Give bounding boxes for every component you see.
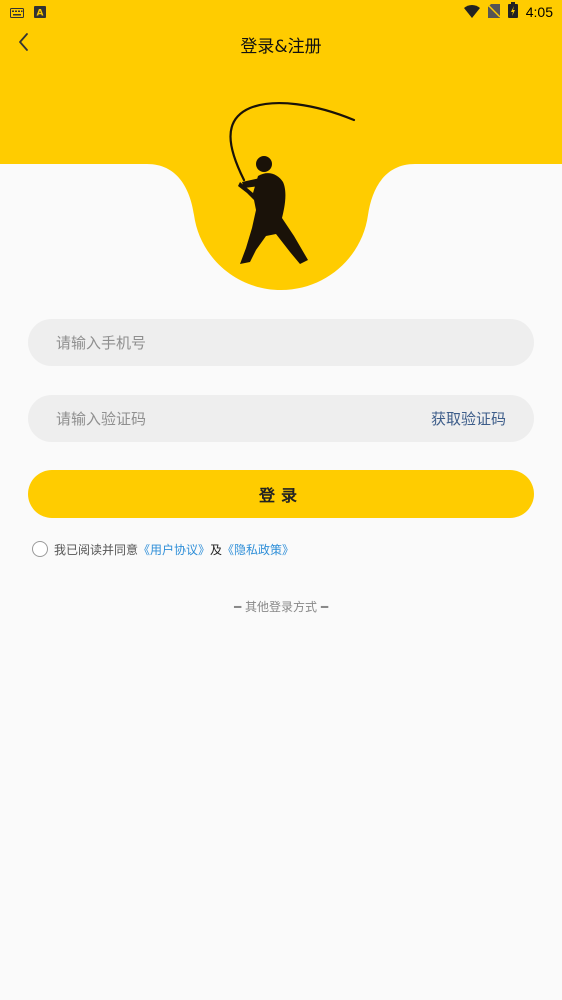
other-login-label[interactable]: 其他登录方式	[245, 600, 317, 614]
wifi-icon	[463, 3, 480, 22]
login-screen: A 4:05 登录&注册 请输入手机号 请输入验证码 获取验证码 登录 我已阅读…	[0, 0, 562, 1000]
page-title: 登录&注册	[240, 37, 322, 57]
agreement-checkbox[interactable]	[32, 541, 48, 557]
svg-text:A: A	[37, 8, 44, 18]
no-sim-icon	[487, 3, 501, 22]
phone-field[interactable]	[28, 319, 534, 366]
privacy-policy-link[interactable]: 《隐私政策》	[222, 541, 294, 558]
verification-code-input[interactable]	[56, 409, 431, 428]
other-login-divider: ━ 其他登录方式 ━	[0, 598, 562, 615]
agreement-row: 我已阅读并同意 《用户协议》 及 《隐私政策》	[32, 540, 294, 558]
status-time: 4:05	[525, 4, 553, 20]
title-bar: 登录&注册	[0, 24, 562, 64]
fisherman-logo	[229, 102, 356, 264]
a-notification-icon: A	[34, 3, 46, 22]
login-button[interactable]: 登录	[28, 470, 534, 518]
status-bar: A 4:05	[0, 0, 562, 24]
get-code-button[interactable]: 获取验证码	[431, 408, 506, 429]
agreement-and: 及	[210, 542, 223, 557]
dash-left-icon: ━	[233, 600, 245, 614]
verification-code-field[interactable]: 获取验证码	[28, 395, 534, 442]
agreement-prefix: 我已阅读并同意	[54, 542, 139, 557]
dash-right-icon: ━	[317, 600, 329, 614]
user-agreement-link[interactable]: 《用户协议》	[138, 541, 210, 558]
phone-input[interactable]	[56, 333, 506, 352]
keyboard-icon	[10, 3, 24, 22]
battery-charging-icon	[507, 2, 518, 22]
